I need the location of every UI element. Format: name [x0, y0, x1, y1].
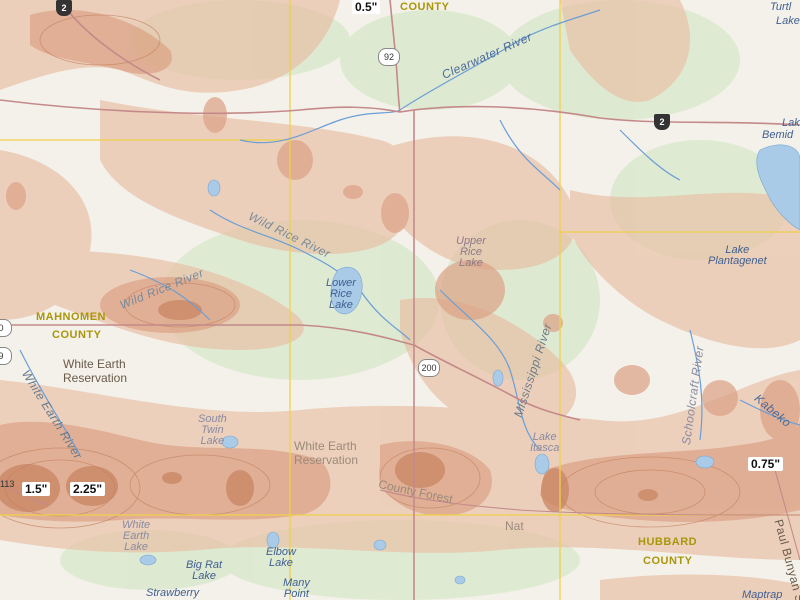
snowfall-map[interactable]: 0.5" 1.5" 2.25" 0.75" COUNTY MAHNOMEN CO…	[0, 0, 800, 600]
county-label: MAHNOMEN	[36, 311, 106, 323]
lake-label: Lake Plantagenet	[708, 244, 767, 267]
lake-label: Strawberry	[146, 587, 200, 599]
lake-label: Lake	[776, 15, 800, 27]
lake-label: Big Rat Lake	[186, 559, 223, 582]
reservation-label: White Earth	[63, 357, 126, 371]
lake-label: Lower Rice Lake	[326, 277, 356, 311]
county-label: COUNTY	[643, 555, 693, 567]
forest-label: Nat	[505, 519, 524, 533]
lake-label: Lake Itasca	[530, 431, 560, 454]
snow-amount-label: 2.25"	[70, 482, 106, 496]
state-highway-shield: 92	[378, 48, 400, 66]
snow-amount-label: 1.5"	[22, 482, 51, 496]
reservation-label: White Earth	[294, 439, 357, 453]
snow-amount-label: 0.5"	[352, 0, 381, 14]
lake-label: South Twin Lake	[198, 413, 227, 447]
county-label: COUNTY	[400, 1, 450, 13]
lake-label: Lake	[782, 117, 800, 129]
lake-label: Many Point	[283, 577, 310, 600]
lake-label: Maptrap	[742, 589, 783, 600]
snow-amount-label: 0.75"	[748, 457, 784, 471]
reservation-label: Reservation	[63, 371, 128, 385]
route-number-label: 113	[0, 479, 15, 489]
county-label: HUBBARD	[638, 536, 698, 548]
reservation-label: Reservation	[294, 453, 359, 467]
county-label: COUNTY	[52, 329, 102, 341]
lake-label: Turtl	[770, 1, 792, 13]
us-highway-shield: 2	[56, 0, 72, 16]
lake-label: Bemid	[762, 129, 794, 141]
lake-label: Elbow Lake	[266, 546, 296, 569]
us-highway-shield: 2	[654, 114, 670, 130]
lake-label: White Earth Lake	[122, 519, 151, 553]
lake-label: Upper Rice Lake	[456, 235, 486, 269]
state-highway-shield: 200	[418, 359, 440, 377]
